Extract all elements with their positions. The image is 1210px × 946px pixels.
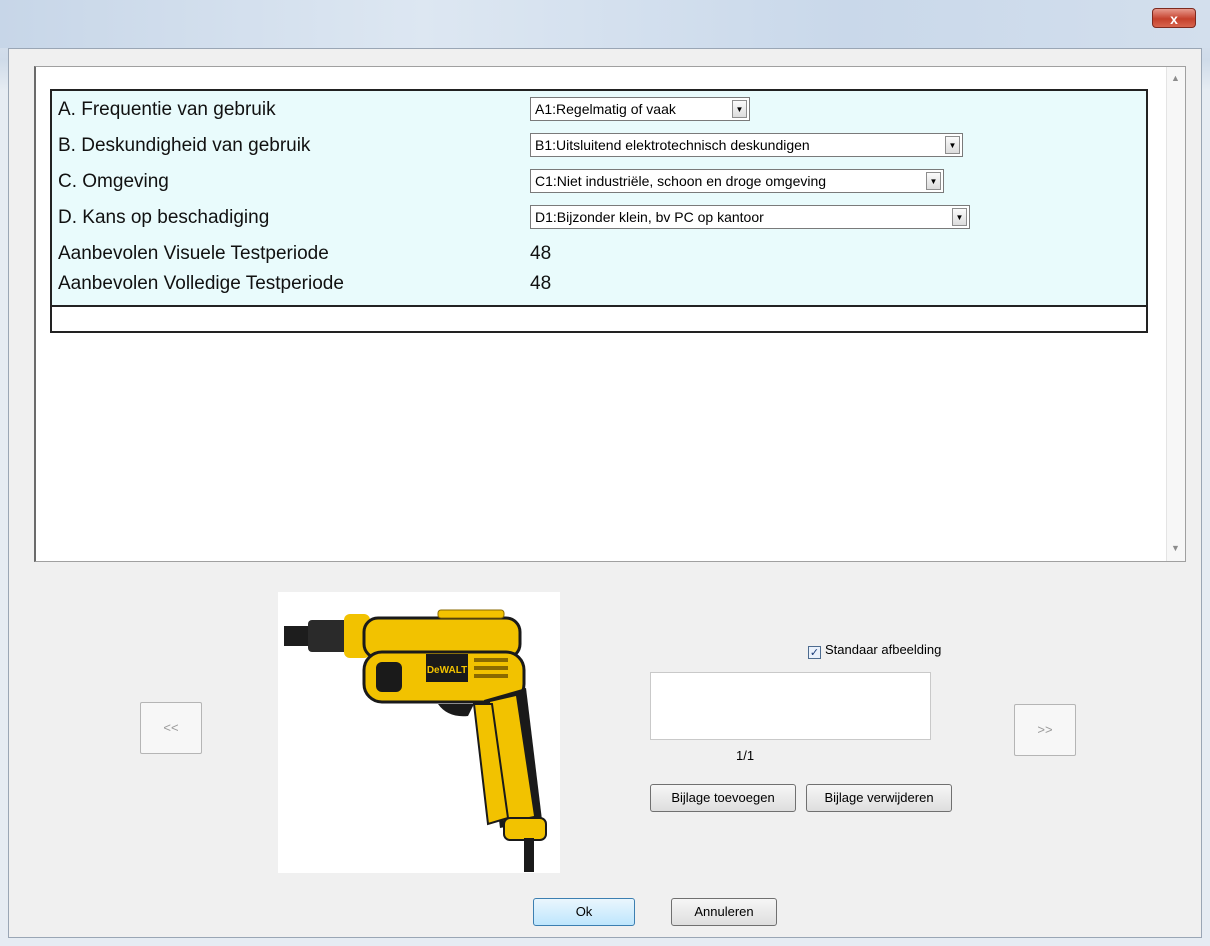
drill-brand-label: DeWALT	[427, 665, 467, 676]
next-attachment-button[interactable]: >>	[1014, 704, 1076, 756]
dropdown-arrow-icon[interactable]: ▼	[732, 100, 747, 118]
expertise-select-value: B1:Uitsluitend elektrotechnisch deskundi…	[535, 137, 810, 153]
dropdown-arrow-icon[interactable]: ▼	[926, 172, 941, 190]
frequency-label: A. Frequentie van gebruik	[58, 99, 276, 120]
damage-label: D. Kans op beschadiging	[58, 207, 270, 228]
previous-attachment-button[interactable]: <<	[140, 702, 202, 754]
vertical-scrollbar[interactable]: ▲ ▼	[1166, 67, 1185, 561]
frequency-select-value: A1:Regelmatig of vaak	[535, 101, 676, 117]
close-button[interactable]: x	[1152, 8, 1196, 28]
damage-select-value: D1:Bijzonder klein, bv PC op kantoor	[535, 209, 764, 225]
remove-attachment-button[interactable]: Bijlage verwijderen	[806, 784, 952, 812]
standard-image-option[interactable]: ✓ Standaar afbeelding	[808, 642, 941, 659]
attachment-image: DeWALT	[278, 592, 560, 873]
standard-image-checkbox[interactable]: ✓	[808, 646, 821, 659]
test-period-panel: ▲ ▼ A. Frequentie van gebruik A1:Regelma…	[34, 66, 1186, 562]
environment-select[interactable]: C1:Niet industriële, schoon en droge omg…	[530, 169, 944, 193]
classification-table: A. Frequentie van gebruik A1:Regelmatig …	[50, 89, 1148, 333]
ok-button[interactable]: Ok	[533, 898, 635, 926]
add-attachment-button[interactable]: Bijlage toevoegen	[650, 784, 796, 812]
attachment-description-field[interactable]	[650, 672, 931, 740]
attachment-counter: 1/1	[736, 748, 755, 763]
environment-label: C. Omgeving	[58, 171, 169, 192]
frequency-select[interactable]: A1:Regelmatig of vaak ▼	[530, 97, 750, 121]
expertise-select[interactable]: B1:Uitsluitend elektrotechnisch deskundi…	[530, 133, 963, 157]
title-bar: x	[0, 0, 1210, 48]
expertise-label: B. Deskundigheid van gebruik	[58, 135, 311, 156]
environment-select-value: C1:Niet industriële, schoon en droge omg…	[535, 173, 827, 189]
cancel-button[interactable]: Annuleren	[671, 898, 777, 926]
dialog-window: x ▲ ▼ A. Frequentie van gebruik A1:Regel…	[0, 0, 1210, 946]
drill-image-icon: DeWALT	[284, 609, 547, 872]
visual-period-label: Aanbevolen Visuele Testperiode	[58, 243, 329, 264]
full-period-label: Aanbevolen Volledige Testperiode	[58, 273, 344, 294]
standard-image-label: Standaar afbeelding	[825, 642, 942, 657]
visual-period-value: 48	[530, 243, 552, 264]
scroll-down-arrow-icon[interactable]: ▼	[1171, 543, 1180, 553]
scroll-up-arrow-icon[interactable]: ▲	[1171, 73, 1180, 83]
full-period-value: 48	[530, 273, 552, 294]
dropdown-arrow-icon[interactable]: ▼	[952, 208, 967, 226]
classification-grid: A. Frequentie van gebruik A1:Regelmatig …	[52, 91, 1146, 307]
damage-select[interactable]: D1:Bijzonder klein, bv PC op kantoor ▼	[530, 205, 970, 229]
dropdown-arrow-icon[interactable]: ▼	[945, 136, 960, 154]
